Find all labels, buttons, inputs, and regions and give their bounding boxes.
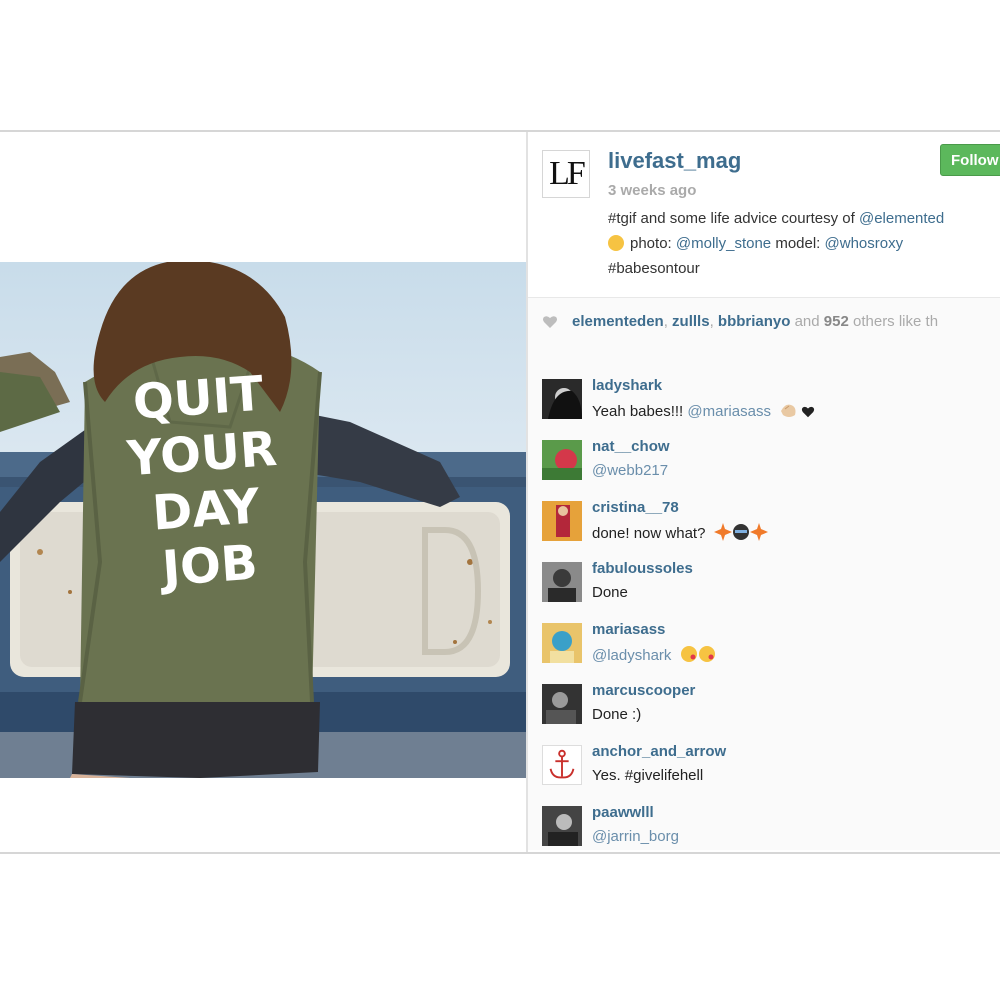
comment-username[interactable]: paawwlll	[592, 804, 654, 821]
comment-text: Done :)	[592, 706, 641, 723]
kiss-face-icon	[698, 646, 715, 662]
caption-text: #tgif and some life advice courtesy of	[608, 210, 859, 227]
comment-item: mariasass @ladyshark	[542, 621, 992, 679]
comment-username[interactable]: ladyshark	[592, 377, 662, 394]
kiss-face-icon	[680, 646, 697, 662]
comment-body: Yeah babes!!!	[592, 403, 688, 420]
comment-username[interactable]: mariasass	[592, 621, 665, 638]
comment-text: Yeah babes!!! @mariasass	[592, 401, 815, 420]
comment-text: @ladyshark	[592, 645, 716, 664]
comment-username[interactable]: nat__chow	[592, 438, 670, 455]
anchor-icon	[549, 749, 575, 779]
likes-separator: ,	[709, 313, 718, 330]
mention-link[interactable]: @elemented	[859, 210, 944, 227]
caption-line-3: #babesontour	[608, 256, 1000, 281]
model-credit-link[interactable]: @whosroxy	[825, 235, 904, 252]
comment-item: cristina__78 done! now what?	[542, 499, 992, 557]
avatar[interactable]	[542, 440, 582, 480]
comment-item: fabuloussoles Done	[542, 560, 992, 618]
comment-item: anchor_and_arrow Yes. #givelifehell	[542, 743, 992, 801]
caption-text: photo:	[630, 235, 676, 252]
post-time[interactable]: 3 weeks ago	[608, 182, 696, 199]
liker-link[interactable]: bbbrianyo	[718, 313, 791, 330]
liker-link[interactable]: zullls	[672, 313, 710, 330]
likes-suffix: others like th	[848, 313, 939, 330]
photo-area: QUIT YOUR DAY JOB	[0, 132, 526, 852]
comment-username[interactable]: fabuloussoles	[592, 560, 693, 577]
likes-bar: elementeden, zullls, bbbrianyo and 952 o…	[528, 297, 1000, 347]
mention-link[interactable]: @webb217	[592, 462, 668, 479]
comment-body: Done :)	[592, 706, 642, 723]
mention-link[interactable]: @mariasass	[687, 403, 771, 420]
comment-item: marcuscooper Done :)	[542, 682, 992, 740]
comment-item: ladyshark Yeah babes!!! @mariasass	[542, 377, 992, 435]
profile-logo[interactable]: LF	[542, 150, 590, 198]
heart-icon[interactable]	[542, 314, 558, 330]
comment-text: done! now what?	[592, 523, 768, 542]
avatar[interactable]	[542, 501, 582, 541]
likes-summary: elementeden, zullls, bbbrianyo and 952 o…	[572, 313, 938, 330]
avatar[interactable]	[542, 562, 582, 602]
hashtag-link[interactable]: #babesontour	[608, 260, 700, 277]
avatar[interactable]	[542, 379, 582, 419]
comment-body: done! now what?	[592, 525, 710, 542]
comment-text: @jarrin_borg	[592, 828, 679, 845]
smile-emoji-icon	[608, 235, 624, 251]
sparkle-icon	[713, 523, 732, 541]
comment-text: Yes. #givelifehell	[592, 767, 703, 784]
instagram-post-card: QUIT YOUR DAY JOB LF livefast_mag 3 week…	[0, 130, 1000, 854]
post-photo[interactable]: QUIT YOUR DAY JOB	[0, 262, 526, 778]
comment-username[interactable]: anchor_and_arrow	[592, 743, 726, 760]
liker-link[interactable]: elementeden	[572, 313, 664, 330]
post-caption: #tgif and some life advice courtesy of @…	[608, 206, 1000, 281]
post-username[interactable]: livefast_mag	[608, 148, 741, 174]
avatar[interactable]	[542, 745, 582, 785]
likes-count[interactable]: 952	[824, 313, 849, 330]
caption-text: model:	[771, 235, 825, 252]
caption-line-2: photo: @molly_stone model: @whosroxy	[608, 231, 1000, 256]
likes-and: and	[790, 313, 824, 330]
avatar[interactable]	[542, 623, 582, 663]
sparkle-icon	[749, 523, 768, 541]
mention-link[interactable]: @jarrin_borg	[592, 828, 679, 845]
clap-hands-icon	[781, 404, 796, 417]
comment-text: @webb217	[592, 462, 668, 479]
comment-username[interactable]: marcuscooper	[592, 682, 695, 699]
comment-body: Done	[592, 584, 628, 601]
comment-item: paawwlll @jarrin_borg	[542, 804, 992, 850]
comment-text: Done	[592, 584, 628, 601]
heart-icon	[802, 406, 815, 418]
likes-separator: ,	[663, 313, 673, 330]
mention-link[interactable]: @ladyshark	[592, 647, 671, 664]
follow-button[interactable]: Follow	[940, 144, 1000, 176]
comment-username[interactable]: cristina__78	[592, 499, 679, 516]
comment-item: nat__chow @webb217	[542, 438, 992, 496]
post-header: LF livefast_mag 3 weeks ago Follow #tgif…	[528, 132, 1000, 297]
post-sidebar: LF livefast_mag 3 weeks ago Follow #tgif…	[528, 132, 1000, 852]
avatar[interactable]	[542, 806, 582, 846]
avatar[interactable]	[542, 684, 582, 724]
photo-credit-link[interactable]: @molly_stone	[676, 235, 771, 252]
ninja-icon	[732, 524, 749, 540]
caption-line-1: #tgif and some life advice courtesy of @…	[608, 206, 1000, 231]
jacket-text: QUIT YOUR DAY JOB	[96, 363, 311, 600]
comments-list[interactable]: ladyshark Yeah babes!!! @mariasass nat__…	[528, 345, 1000, 850]
comment-body: Yes. #givelifehell	[592, 767, 704, 784]
